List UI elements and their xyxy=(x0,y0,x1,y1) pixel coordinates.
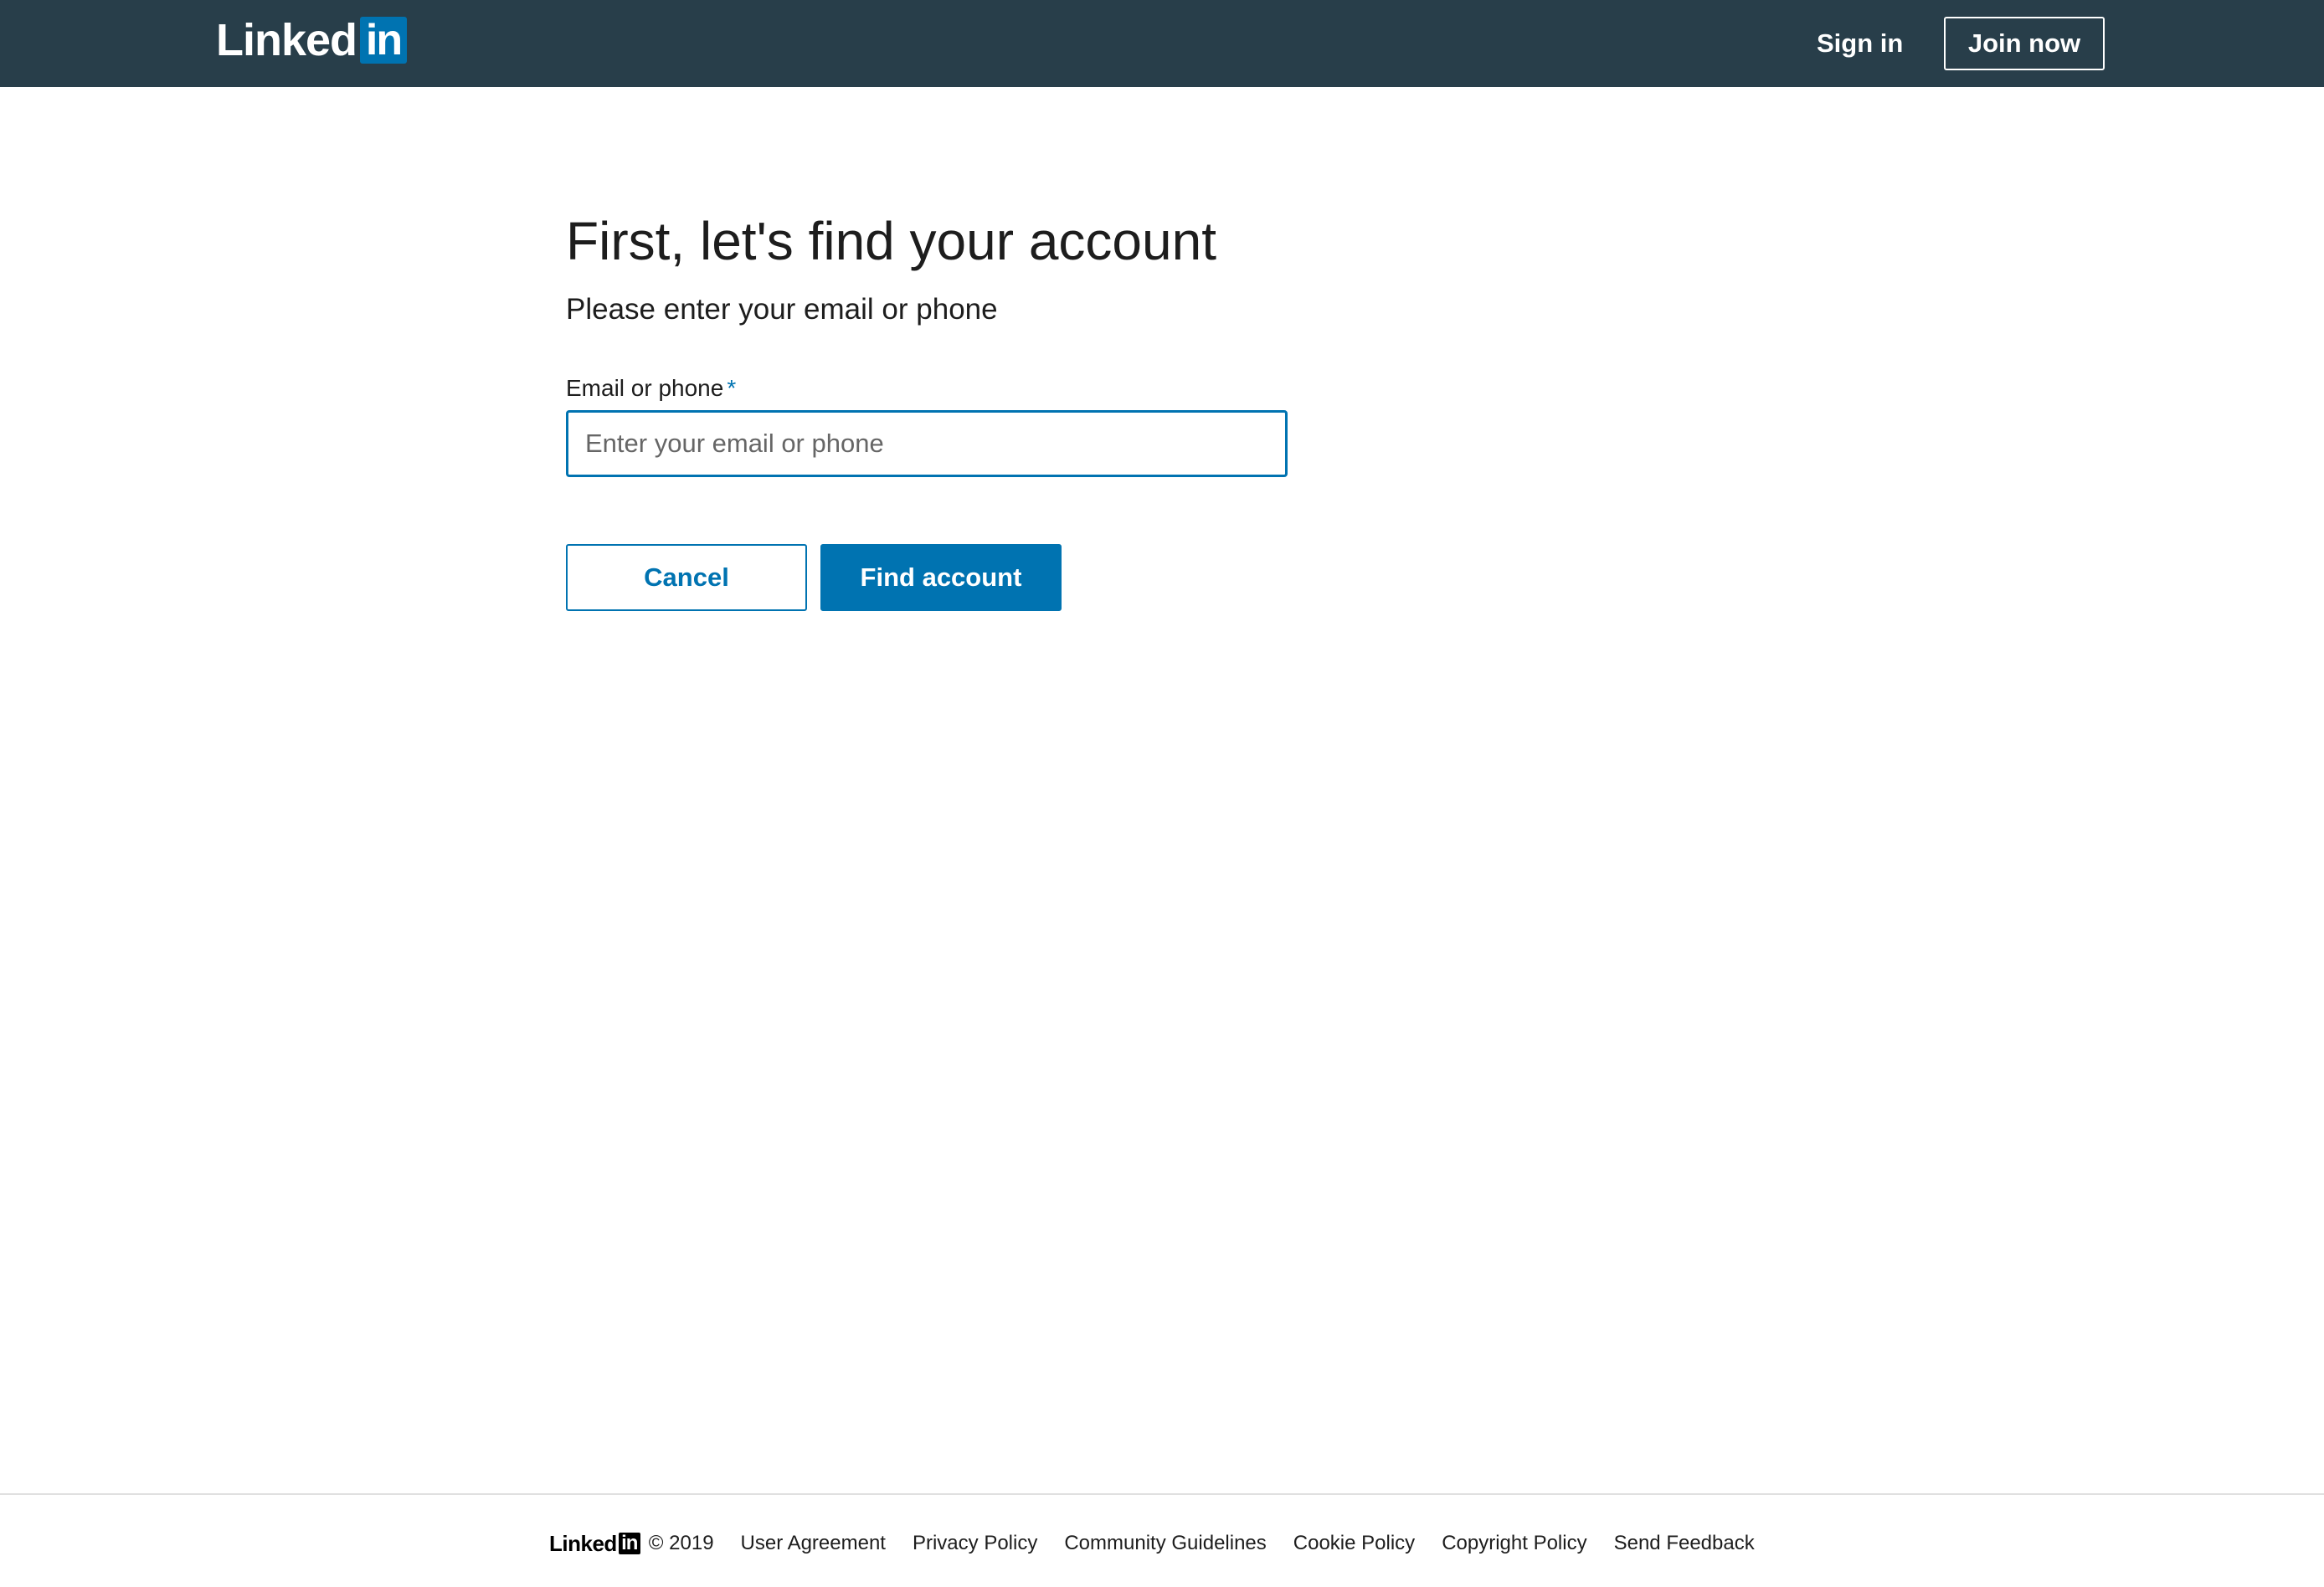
footer-divider xyxy=(0,1493,2324,1495)
sign-in-link[interactable]: Sign in xyxy=(1817,23,1903,64)
footer-link-copyright-policy[interactable]: Copyright Policy xyxy=(1442,1532,1586,1555)
email-or-phone-input[interactable] xyxy=(566,410,1288,477)
footer-link-community-guidelines[interactable]: Community Guidelines xyxy=(1064,1532,1266,1555)
logo-in-box: in xyxy=(360,17,408,64)
footer: Linked in © 2019 User Agreement Privacy … xyxy=(549,1527,1755,1560)
footer-logo-wordmark: Linked xyxy=(549,1530,617,1556)
page-title: First, let's find your account xyxy=(566,211,1216,271)
footer-logo-in-box: in xyxy=(618,1533,640,1554)
footer-linkedin-logo: Linked in xyxy=(549,1531,640,1557)
email-field-label-text: Email or phone xyxy=(566,375,724,401)
footer-link-send-feedback[interactable]: Send Feedback xyxy=(1614,1532,1755,1555)
linkedin-logo[interactable]: Linked in xyxy=(216,15,408,65)
form-actions: Cancel Find account xyxy=(566,544,1403,611)
find-account-form: First, let's find your account Please en… xyxy=(566,201,1403,611)
email-field-label: Email or phone * xyxy=(566,372,1403,405)
logo-wordmark: Linked xyxy=(216,15,357,65)
find-account-button[interactable]: Find account xyxy=(820,544,1062,611)
join-now-button[interactable]: Join now xyxy=(1944,17,2105,70)
footer-link-user-agreement[interactable]: User Agreement xyxy=(741,1532,886,1555)
cancel-button[interactable]: Cancel xyxy=(566,544,807,611)
top-nav: Linked in Sign in Join now xyxy=(0,0,2324,87)
required-marker: * xyxy=(727,375,737,401)
footer-link-privacy-policy[interactable]: Privacy Policy xyxy=(913,1532,1037,1555)
footer-copyright: © 2019 xyxy=(648,1532,714,1554)
page-subtitle: Please enter your email or phone xyxy=(566,293,998,326)
footer-link-cookie-policy[interactable]: Cookie Policy xyxy=(1293,1532,1415,1555)
